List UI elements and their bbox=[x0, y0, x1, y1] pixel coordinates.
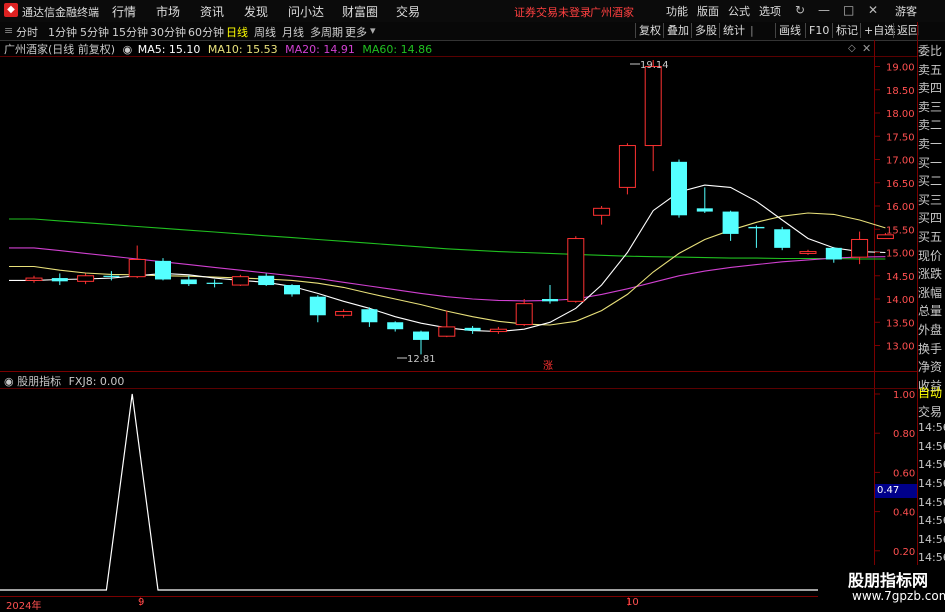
price-axis-label: 18.50 bbox=[886, 86, 915, 97]
high-annotation: 19.14 bbox=[640, 60, 669, 71]
candle[interactable] bbox=[128, 245, 146, 279]
price-axis-label: 16.00 bbox=[886, 202, 915, 213]
candle[interactable] bbox=[464, 325, 481, 334]
candle[interactable] bbox=[103, 271, 120, 281]
indicator-axis-label: 1.00 bbox=[893, 390, 915, 401]
indicator-value: FXJ8: 0.00 bbox=[68, 375, 125, 388]
side-time-label: 14:56 bbox=[918, 514, 945, 528]
watermark-title: 股朋指标网 bbox=[848, 571, 929, 590]
price-axis-label: 14.50 bbox=[886, 272, 915, 283]
side-time-label: 14:56 bbox=[918, 495, 945, 509]
candle[interactable] bbox=[413, 330, 429, 355]
side-label: 卖一 bbox=[918, 137, 943, 151]
candle[interactable] bbox=[309, 295, 326, 323]
candle[interactable] bbox=[618, 143, 636, 195]
side-label: 卖四 bbox=[918, 81, 943, 96]
price-axis-label: 14.00 bbox=[886, 295, 915, 306]
price-axis-label: 19.00 bbox=[886, 63, 915, 74]
x-axis-label-oct: 10 bbox=[626, 597, 639, 608]
indicator-axis-label: 0.80 bbox=[893, 429, 915, 440]
price-axis-label: 17.00 bbox=[886, 156, 915, 167]
side-label: 净资 bbox=[918, 360, 943, 375]
candle[interactable] bbox=[258, 273, 275, 286]
side-label: 卖五 bbox=[918, 62, 943, 77]
price-axis-label: 15.00 bbox=[886, 249, 915, 260]
side-time-label: 14:56 bbox=[918, 551, 945, 565]
watermark-url: www.7gpzb.com bbox=[852, 589, 945, 603]
side-label: 买二 bbox=[918, 174, 943, 189]
site-watermark: 股朋指标网 www.7gpzb.com bbox=[818, 565, 945, 609]
side-label: 外盘 bbox=[918, 323, 943, 337]
candle[interactable] bbox=[567, 236, 585, 303]
side-label: 现价 bbox=[918, 248, 943, 263]
side-label: 涨幅 bbox=[918, 285, 943, 300]
indicator-name[interactable]: 股朋指标 bbox=[17, 375, 61, 388]
indicator-header: ◉ 股朋指标 FXJ8: 0.00 bbox=[0, 373, 124, 389]
up-marker: 涨 bbox=[543, 360, 553, 372]
candle[interactable] bbox=[593, 206, 611, 225]
x-axis-label-year: 2024年 bbox=[6, 601, 42, 612]
candle[interactable] bbox=[515, 299, 533, 326]
price-axis-label: 13.00 bbox=[886, 342, 915, 353]
price-axis-label: 16.50 bbox=[886, 179, 915, 190]
price-axis-label: 13.50 bbox=[886, 318, 915, 329]
side-label: 买三 bbox=[918, 192, 943, 207]
candle[interactable] bbox=[155, 258, 171, 281]
candle[interactable] bbox=[696, 187, 713, 213]
price-axis-label: 17.50 bbox=[886, 132, 915, 143]
candle[interactable] bbox=[748, 225, 765, 248]
side-label: 涨跌 bbox=[918, 267, 943, 282]
side-time-label: 14:56 bbox=[918, 532, 945, 546]
candle[interactable] bbox=[774, 226, 791, 251]
side-label: 买四 bbox=[918, 211, 943, 226]
candle[interactable] bbox=[671, 159, 687, 218]
candle[interactable] bbox=[438, 310, 456, 338]
side-label: 买一 bbox=[918, 155, 943, 170]
candle[interactable] bbox=[825, 246, 842, 263]
kline-chart[interactable]: 19.00 18.50 18.00 17.50 17.00 16.50 16.00 15.50… bbox=[0, 0, 945, 609]
side-mode-label[interactable]: 自动 bbox=[918, 384, 945, 401]
side-mode-label[interactable]: 交易 bbox=[918, 403, 945, 420]
indicator-line bbox=[0, 393, 881, 591]
indicator-axis-label: 0.40 bbox=[893, 508, 915, 519]
side-label: 换手 bbox=[918, 341, 943, 356]
candle[interactable] bbox=[25, 275, 43, 283]
indicator-axis-label: 0.60 bbox=[893, 468, 915, 479]
side-time-label: 14:56 bbox=[918, 421, 945, 435]
side-label: 卖二 bbox=[918, 118, 943, 133]
candle[interactable] bbox=[799, 249, 817, 255]
candle[interactable] bbox=[361, 307, 378, 327]
indicator-settings-icon[interactable]: ◉ bbox=[4, 375, 14, 388]
side-label: 卖三 bbox=[918, 99, 943, 114]
candle[interactable] bbox=[231, 274, 249, 286]
candle[interactable] bbox=[542, 285, 558, 304]
candle[interactable] bbox=[206, 279, 223, 288]
side-time-label: 14:56 bbox=[918, 439, 945, 453]
side-time-label: 14:56 bbox=[918, 458, 945, 472]
candle[interactable] bbox=[644, 59, 662, 172]
side-label: 委比 bbox=[918, 44, 943, 58]
candle[interactable] bbox=[180, 275, 197, 286]
ma60-line bbox=[9, 218, 886, 260]
side-time-label: 14:56 bbox=[918, 477, 945, 490]
candle[interactable] bbox=[284, 284, 300, 297]
indicator-axis-label: 0.20 bbox=[893, 547, 915, 558]
side-label: 买五 bbox=[918, 230, 943, 244]
candle[interactable] bbox=[722, 210, 739, 241]
candle[interactable] bbox=[51, 273, 68, 286]
candle[interactable] bbox=[77, 273, 95, 285]
side-label: 总量 bbox=[918, 304, 943, 319]
indicator-current-value: 0.47 bbox=[877, 485, 900, 496]
candle[interactable] bbox=[335, 309, 353, 318]
candle[interactable] bbox=[489, 326, 507, 334]
low-annotation: 12.81 bbox=[407, 354, 436, 365]
x-axis-label-sep: 9 bbox=[138, 597, 145, 608]
candle[interactable] bbox=[387, 321, 404, 332]
price-axis-label: 18.00 bbox=[886, 109, 915, 120]
price-axis-label: 15.50 bbox=[886, 225, 915, 236]
